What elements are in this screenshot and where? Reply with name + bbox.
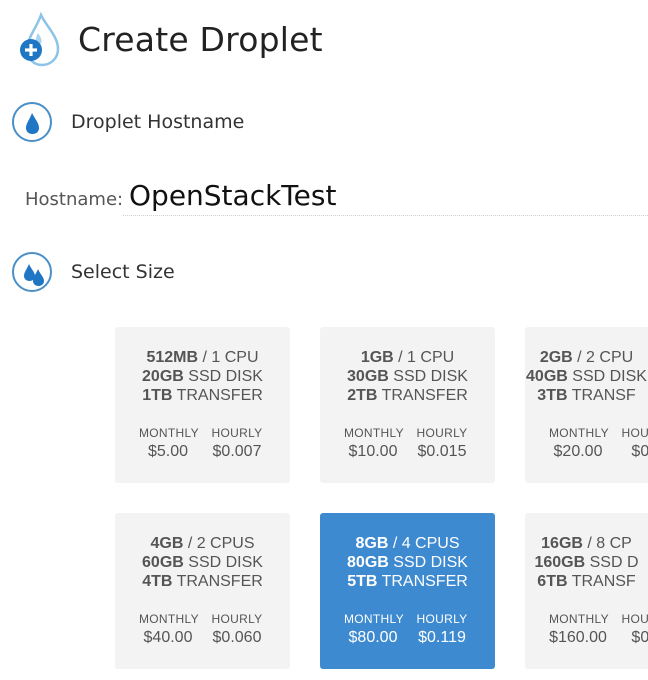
- hostname-label: Hostname:: [25, 189, 124, 210]
- hourly-label: HOURLY: [211, 426, 263, 440]
- hourly-price: $0.0: [631, 443, 648, 460]
- monthly-price: $80.00: [348, 629, 398, 646]
- hourly-price: $0.119: [418, 629, 466, 646]
- monthly-label: MONTHLY: [344, 426, 404, 440]
- monthly-label: MONTHLY: [549, 612, 609, 626]
- monthly-price: $5.00: [147, 443, 189, 460]
- size-card-transfer: 3TB TRANSF: [537, 387, 636, 404]
- size-card-memory-cpu: 8GB / 4 CPUS: [355, 535, 460, 552]
- size-card-disk: 30GB SSD DISK: [347, 368, 468, 385]
- monthly-price: $40.00: [143, 629, 193, 646]
- size-card-transfer: 2TB TRANSFER: [347, 387, 468, 404]
- monthly-price: $20.00: [553, 443, 603, 460]
- page-header: Create Droplet: [16, 11, 636, 68]
- hostname-section-header: Droplet Hostname: [12, 102, 632, 146]
- size-card-memory-cpu: 4GB / 2 CPUS: [150, 535, 255, 552]
- size-card-1gb[interactable]: 1GB / 1 CPU 30GB SSD DISK 2TB TRANSFER M…: [320, 327, 495, 483]
- size-card-disk: 20GB SSD DISK: [142, 368, 263, 385]
- hourly-label: HOURLY: [211, 612, 263, 626]
- size-card-disk: 160GB SSD D: [534, 554, 639, 571]
- size-card-512mb[interactable]: 512MB / 1 CPU 20GB SSD DISK 1TB TRANSFER…: [115, 327, 290, 483]
- size-card-memory-cpu: 512MB / 1 CPU: [146, 349, 259, 366]
- droplet-icon: [12, 102, 52, 142]
- monthly-label: MONTHLY: [344, 612, 404, 626]
- size-card-memory-cpu: 2GB / 2 CPU: [539, 349, 634, 366]
- page-title: Create Droplet: [78, 20, 323, 59]
- hourly-label: HOURLY: [416, 426, 468, 440]
- droplet-plus-icon: [16, 11, 66, 68]
- monthly-label: MONTHLY: [549, 426, 609, 440]
- hostname-section-title: Droplet Hostname: [71, 111, 245, 133]
- hourly-price: $0.015: [417, 443, 467, 460]
- hourly-price: $0.007: [212, 443, 262, 460]
- size-card-16gb[interactable]: 16GB / 8 CP 160GB SSD D 6TB TRANSF MONTH…: [525, 513, 648, 669]
- hourly-label: HOURLY: [621, 426, 648, 440]
- size-card-transfer: 5TB TRANSFER: [347, 573, 468, 590]
- size-card-disk: 40GB SSD DISK: [526, 368, 647, 385]
- size-card-memory-cpu: 1GB / 1 CPU: [360, 349, 455, 366]
- monthly-label: MONTHLY: [139, 612, 199, 626]
- hourly-label: HOURLY: [621, 612, 648, 626]
- monthly-price: $160.00: [549, 629, 607, 646]
- hostname-row: Hostname:: [25, 176, 648, 222]
- hourly-price: $0.060: [212, 629, 262, 646]
- size-section-header: Select Size: [12, 252, 632, 296]
- size-card-disk: 80GB SSD DISK: [347, 554, 468, 571]
- size-card-4gb[interactable]: 4GB / 2 CPUS 60GB SSD DISK 4TB TRANSFER …: [115, 513, 290, 669]
- size-card-2gb[interactable]: 2GB / 2 CPU 40GB SSD DISK 3TB TRANSF MON…: [525, 327, 648, 483]
- size-card-transfer: 4TB TRANSFER: [142, 573, 263, 590]
- hostname-input[interactable]: [123, 176, 648, 216]
- monthly-price: $10.00: [348, 443, 398, 460]
- hourly-label: HOURLY: [416, 612, 468, 626]
- size-section-title: Select Size: [71, 261, 175, 283]
- size-card-8gb-selected[interactable]: 8GB / 4 CPUS 80GB SSD DISK 5TB TRANSFER …: [320, 513, 495, 669]
- hourly-price: $0.2: [631, 629, 648, 646]
- size-card-transfer: 1TB TRANSFER: [142, 387, 263, 404]
- size-card-transfer: 6TB TRANSF: [537, 573, 636, 590]
- monthly-label: MONTHLY: [139, 426, 199, 440]
- size-card-disk: 60GB SSD DISK: [142, 554, 263, 571]
- droplets-icon: [12, 252, 52, 292]
- size-card-memory-cpu: 16GB / 8 CP: [541, 535, 632, 552]
